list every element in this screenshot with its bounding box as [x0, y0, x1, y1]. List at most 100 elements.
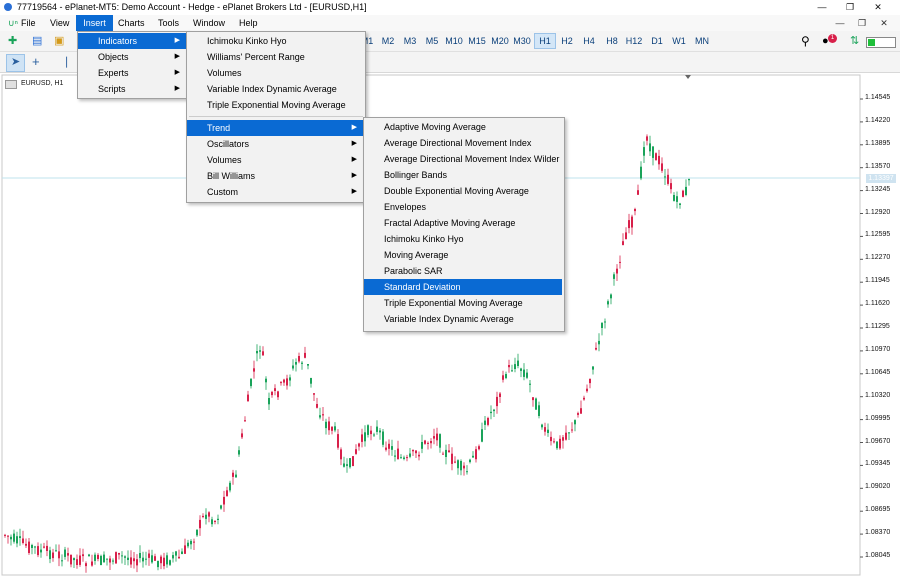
timeframe-mn[interactable]: MN	[691, 33, 713, 49]
trend-indicator-item[interactable]: Parabolic SAR	[364, 263, 562, 279]
mdi-restore-icon[interactable]: ❐	[854, 16, 870, 30]
recent-indicator-item[interactable]: Williams' Percent Range	[187, 49, 363, 65]
indicator-category-oscillators-label: Oscillators	[207, 139, 250, 149]
price-axis-label: 1.12270	[865, 254, 891, 262]
recent-indicator-item[interactable]: Variable Index Dynamic Average	[187, 81, 363, 97]
insert-menu-scripts[interactable]: Scripts ▶	[78, 81, 186, 97]
menu-insert[interactable]: Insert	[76, 15, 113, 31]
timeframe-h2[interactable]: H2	[557, 33, 577, 49]
candle-body	[412, 450, 414, 452]
menu-tools[interactable]: Tools	[154, 15, 183, 31]
candle-body	[499, 393, 501, 397]
timeframe-h8[interactable]: H8	[602, 33, 622, 49]
indicator-category-custom[interactable]: Custom ▶	[187, 184, 363, 200]
price-axis-label: 1.13245	[865, 185, 891, 193]
candle-body	[265, 378, 267, 383]
timeframe-m15[interactable]: M15	[466, 33, 488, 49]
menu-charts[interactable]: Charts	[114, 15, 149, 31]
candle-body	[601, 322, 603, 328]
trend-indicator-item[interactable]: Ichimoku Kinko Hyo	[364, 231, 562, 247]
timeframe-m2[interactable]: M2	[378, 33, 398, 49]
timeframe-m3[interactable]: M3	[400, 33, 420, 49]
candle-body	[25, 543, 27, 546]
insert-menu-experts[interactable]: Experts ▶	[78, 65, 186, 81]
candle-body	[274, 388, 276, 391]
candle-body	[334, 426, 336, 431]
price-axis-label: 1.08045	[865, 552, 891, 559]
maximize-button[interactable]: ❐	[840, 1, 860, 14]
candle-body	[367, 425, 369, 435]
mdi-close-icon[interactable]: ✕	[876, 16, 892, 30]
candle-body	[319, 415, 321, 418]
signal-strength-icon[interactable]: ⇅	[850, 33, 859, 49]
candle-body	[115, 552, 117, 564]
indicator-category-trend[interactable]: Trend ▶	[187, 120, 363, 136]
candle-body	[259, 350, 261, 352]
candle-body	[664, 176, 666, 178]
candle-body	[466, 471, 468, 473]
trend-indicator-item[interactable]: Bollinger Bands	[364, 167, 562, 183]
price-axis-label: 1.09670	[865, 437, 891, 445]
candle-body	[544, 427, 546, 432]
candle-body	[232, 472, 234, 477]
menu-file[interactable]: File	[17, 15, 40, 31]
trend-indicator-item[interactable]: Moving Average	[364, 247, 562, 263]
indicator-category-bill-williams[interactable]: Bill Williams ▶	[187, 168, 363, 184]
menu-window[interactable]: Window	[189, 15, 229, 31]
candle-body	[577, 413, 579, 415]
trend-indicator-item[interactable]: Envelopes	[364, 199, 562, 215]
timeframe-m20[interactable]: M20	[489, 33, 511, 49]
timeframe-h4[interactable]: H4	[579, 33, 599, 49]
timeframe-w1[interactable]: W1	[669, 33, 689, 49]
market-watch-icon[interactable]: ▤	[32, 33, 42, 49]
timeframe-h1[interactable]: H1	[534, 33, 556, 49]
insert-menu-indicators-label: Indicators	[98, 36, 138, 46]
price-axis-label: 1.09995	[865, 414, 891, 422]
crosshair-icon[interactable]: +	[32, 54, 40, 70]
recent-indicator-item[interactable]: Volumes	[187, 65, 363, 81]
candle-body	[361, 434, 363, 442]
vertical-line-icon[interactable]: ❘	[62, 54, 71, 70]
candle-body	[217, 518, 219, 520]
indicator-category-oscillators[interactable]: Oscillators ▶	[187, 136, 363, 152]
menu-help[interactable]: Help	[235, 15, 262, 31]
timeframe-m10[interactable]: M10	[443, 33, 465, 49]
trend-indicator-item[interactable]: Average Directional Movement Index Wilde…	[364, 151, 562, 167]
candle-body	[481, 429, 483, 442]
indicator-category-volumes[interactable]: Volumes ▶	[187, 152, 363, 168]
recent-indicator-item[interactable]: Triple Exponential Moving Average	[187, 97, 363, 113]
candle-body	[487, 418, 489, 425]
candle-body	[526, 372, 528, 378]
open-folder-icon[interactable]: ▣	[54, 33, 64, 49]
menu-bar: ∪ⁿ File View Insert Charts Tools Window …	[0, 15, 900, 31]
insert-menu-scripts-label: Scripts	[98, 84, 126, 94]
mdi-minimize-icon[interactable]: —	[832, 16, 848, 30]
candle-body	[178, 556, 180, 559]
trend-indicator-item[interactable]: Fractal Adaptive Moving Average	[364, 215, 562, 231]
menu-view[interactable]: View	[46, 15, 73, 31]
timeframe-m5[interactable]: M5	[422, 33, 442, 49]
cursor-tool[interactable]: ➤	[6, 54, 25, 72]
trend-indicator-item[interactable]: Variable Index Dynamic Average	[364, 311, 562, 327]
trend-indicator-item[interactable]: Triple Exponential Moving Average	[364, 295, 562, 311]
candle-body	[193, 541, 195, 543]
close-button[interactable]: ✕	[868, 1, 888, 14]
search-icon[interactable]: ⚲	[801, 33, 810, 49]
candle-body	[208, 512, 210, 517]
trend-indicator-item[interactable]: Average Directional Movement Index	[364, 135, 562, 151]
new-order-icon[interactable]: ✚	[8, 33, 17, 49]
recent-indicator-item[interactable]: Ichimoku Kinko Hyo	[187, 33, 363, 49]
minimize-button[interactable]: —	[812, 1, 832, 14]
insert-menu-objects[interactable]: Objects ▶	[78, 49, 186, 65]
timeframe-h12[interactable]: H12	[623, 33, 645, 49]
trend-indicator-standard-deviation[interactable]: Standard Deviation	[364, 279, 562, 295]
trend-indicator-item[interactable]: Double Exponential Moving Average	[364, 183, 562, 199]
candle-body	[595, 347, 597, 350]
insert-menu-indicators[interactable]: Indicators ▶	[78, 33, 186, 49]
candle-body	[502, 375, 504, 380]
timeframe-d1[interactable]: D1	[647, 33, 667, 49]
candle-body	[163, 557, 165, 567]
candle-body	[430, 441, 432, 444]
timeframe-m30[interactable]: M30	[511, 33, 533, 49]
trend-indicator-item[interactable]: Adaptive Moving Average	[364, 119, 562, 135]
